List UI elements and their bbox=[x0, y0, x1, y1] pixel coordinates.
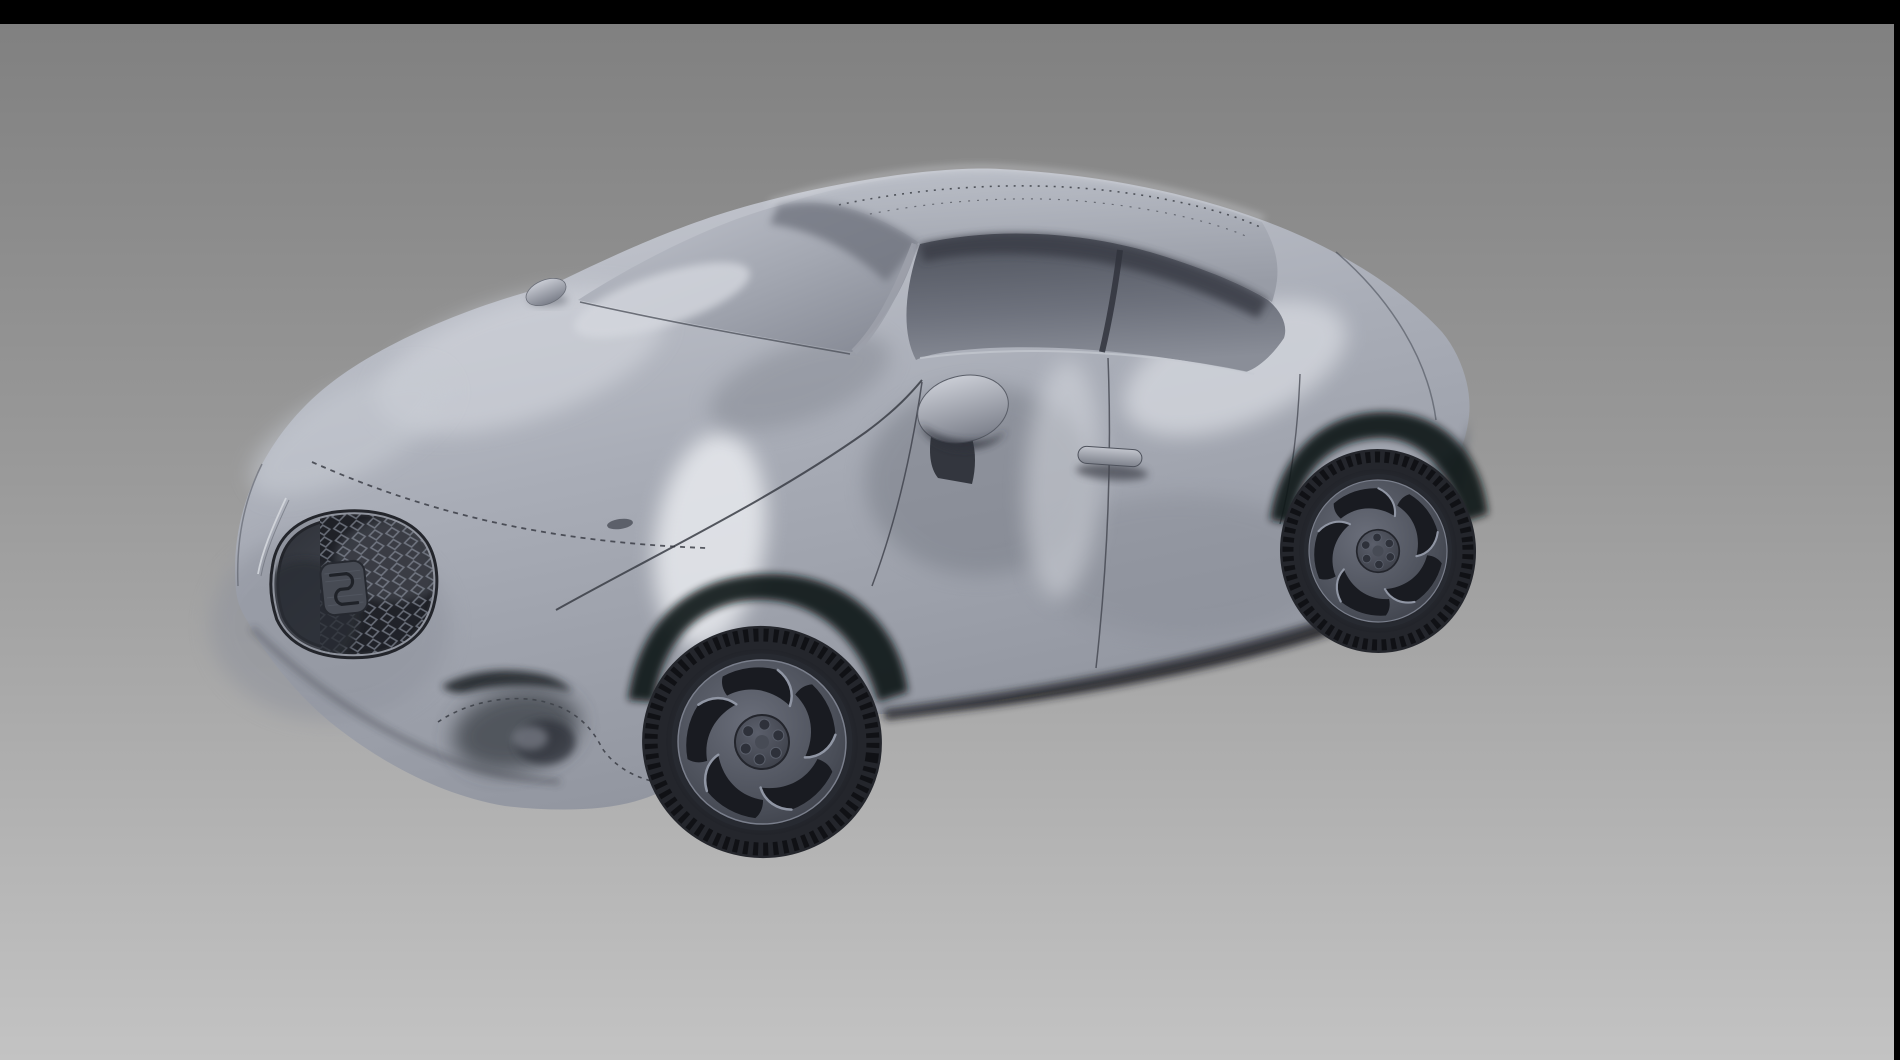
cad-application-window bbox=[0, 0, 1900, 1060]
seat-badge bbox=[319, 560, 368, 616]
3d-viewport[interactable] bbox=[0, 0, 1900, 1060]
car-3d-model[interactable] bbox=[0, 0, 1900, 1060]
top-black-bar bbox=[0, 0, 1900, 24]
right-black-bar bbox=[1894, 0, 1900, 1060]
windshield bbox=[566, 203, 918, 354]
